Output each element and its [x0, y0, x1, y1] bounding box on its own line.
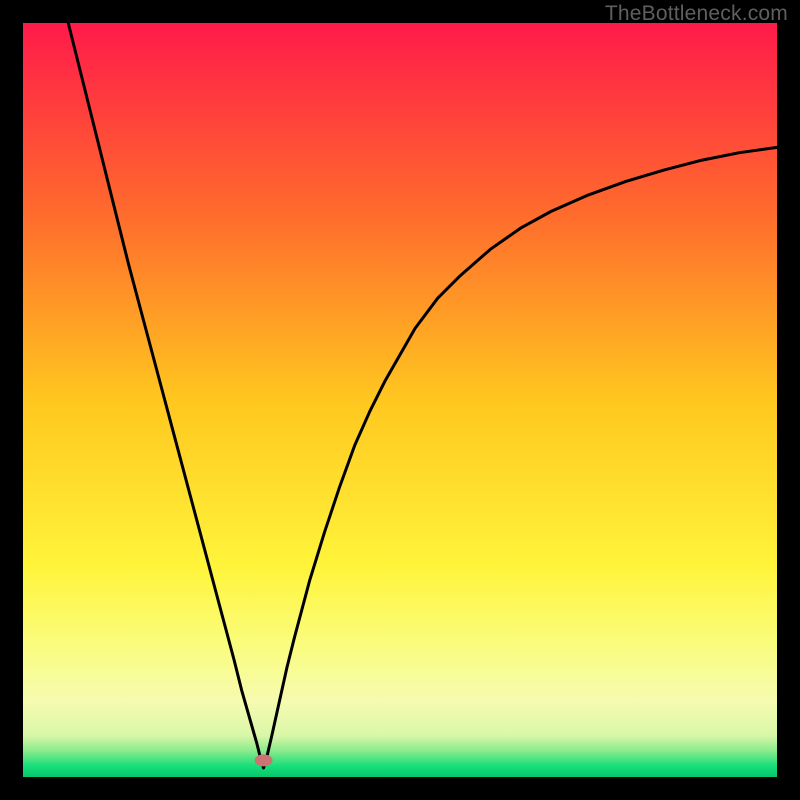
optimal-point-marker: [255, 754, 273, 766]
gradient-background: [23, 23, 777, 777]
watermark-text: TheBottleneck.com: [605, 2, 788, 26]
plot-frame: [23, 23, 777, 777]
chart-canvas: [23, 23, 777, 777]
